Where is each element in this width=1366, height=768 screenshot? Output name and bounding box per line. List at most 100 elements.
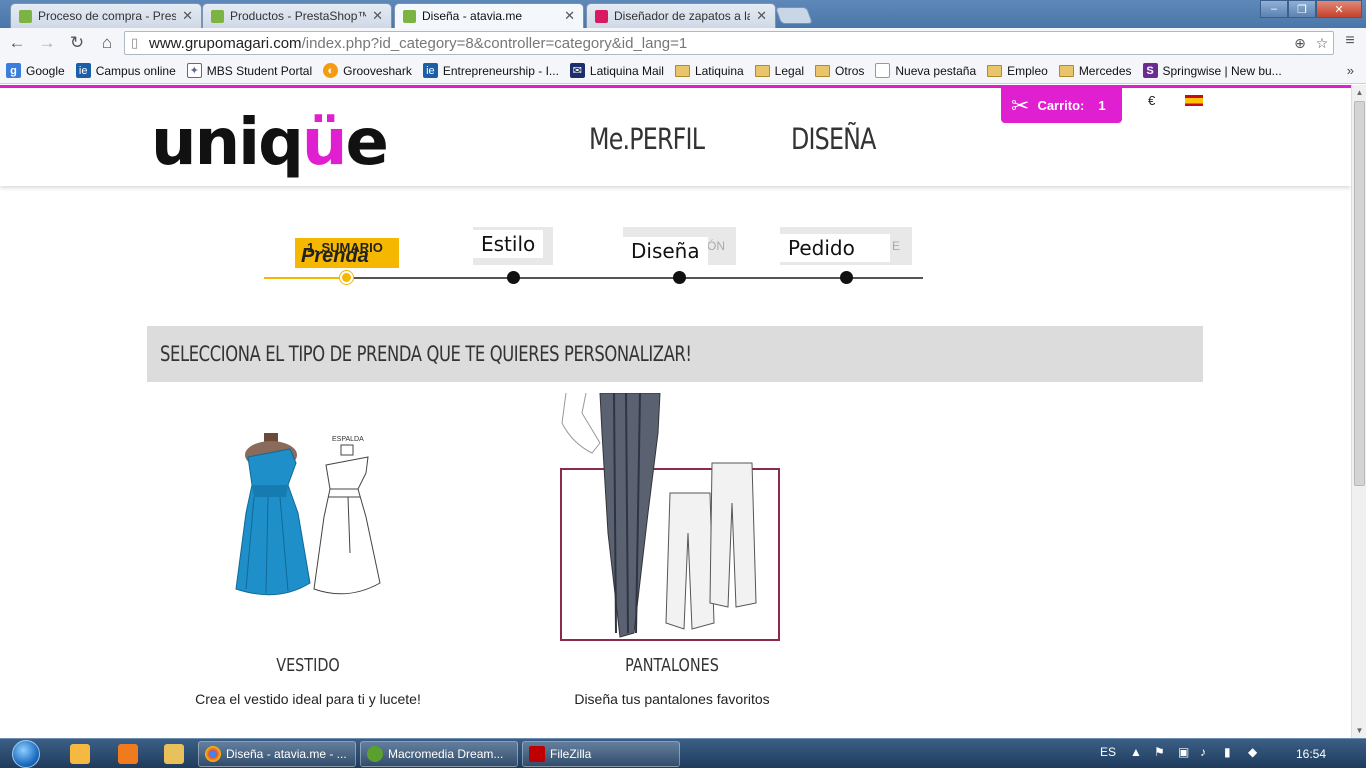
tab-proceso-de-compra[interactable]: Proceso de compra - Presta ✕ (10, 3, 202, 28)
address-host: www.grupomagari.com (149, 34, 302, 52)
home-icon[interactable]: ⌂ (94, 30, 120, 56)
bookmark-grooveshark[interactable]: ◐ Grooveshark (323, 63, 412, 78)
browser-tab-strip: Proceso de compra - Presta ✕ Productos -… (0, 0, 1366, 28)
bookmark-folder-otros[interactable]: Otros (815, 64, 864, 78)
step-estilo[interactable]: Estilo (473, 227, 553, 265)
tray-expand-icon[interactable]: ▲ (1130, 745, 1142, 759)
step-disena[interactable]: ÓN Diseña (623, 227, 736, 265)
spain-flag-icon[interactable] (1185, 95, 1203, 106)
bookmark-nueva-pestana[interactable]: Nueva pestaña (875, 63, 976, 78)
folder-pinned-icon[interactable] (164, 744, 184, 764)
bookmark-google[interactable]: g Google (6, 63, 65, 78)
product-description: Diseña tus pantalones favoritos (574, 691, 770, 707)
product-name[interactable]: VESTIDO (204, 655, 412, 676)
bookmark-folder-legal[interactable]: Legal (754, 63, 805, 78)
vestido-image[interactable]: ESPALDA (178, 393, 438, 643)
bookmark-campus-online[interactable]: ie Campus online (75, 63, 176, 78)
network-tray-icon[interactable]: ▣ (1178, 745, 1189, 759)
section-title: SELECCIONA EL TIPO DE PRENDA QUE TE QUIE… (160, 342, 692, 366)
bookmark-entrepreneurship[interactable]: ie Entrepreneurship - I... (422, 63, 559, 78)
address-path: /index.php?id_category=8&controller=cate… (301, 34, 688, 52)
close-icon[interactable]: ✕ (182, 8, 193, 24)
bookmark-folder-latiquina[interactable]: Latiquina (674, 64, 744, 78)
bookmark-folder-mercedes[interactable]: Mercedes (1058, 64, 1132, 78)
bookmark-folder-empleo[interactable]: Empleo (987, 64, 1048, 78)
prestashop-icon (19, 9, 32, 23)
tab-label: Productos - PrestaShop™ (230, 9, 367, 23)
language-indicator[interactable]: ES (1100, 745, 1116, 759)
maximize-icon[interactable]: ❐ (1288, 0, 1316, 18)
flag-tray-icon[interactable]: ⚑ (1154, 745, 1165, 759)
address-bar[interactable]: ▯ www.grupomagari.com/index.php?id_categ… (124, 31, 1334, 55)
window-close-icon[interactable]: ✕ (1316, 0, 1362, 18)
close-icon[interactable]: ✕ (372, 8, 383, 24)
tab-disenador-zapatos[interactable]: Diseñador de zapatos a la ✕ (586, 3, 776, 28)
more-bookmarks-icon[interactable]: » (1347, 63, 1354, 78)
page-viewport: uniqüe Me.PERFIL DISEÑA ✂ Carrito: 1 € 1… (0, 85, 1351, 738)
cart-button[interactable]: ✂ Carrito: 1 (1001, 88, 1122, 123)
explorer-pinned-icon[interactable] (70, 744, 90, 764)
dropbox-icon[interactable]: ◆ (1248, 745, 1257, 759)
bookmark-latiquina-mail[interactable]: ✉ Latiquina Mail (569, 63, 664, 78)
scrollbar-thumb[interactable] (1354, 101, 1365, 486)
bookmark-springwise[interactable]: S Springwise | New bu... (1142, 63, 1282, 78)
step-dot-disena[interactable] (673, 271, 686, 284)
step-dot-pedido[interactable] (840, 271, 853, 284)
pantalones-image[interactable] (542, 393, 802, 643)
volume-icon[interactable]: ♪ (1200, 745, 1206, 759)
forward-icon[interactable]: → (34, 30, 60, 56)
star-icon[interactable]: ☆ (1311, 35, 1333, 52)
mail-icon: ✉ (569, 63, 585, 78)
folder-icon (754, 64, 770, 77)
step-dot-estilo[interactable] (507, 271, 520, 284)
step-dot-prenda[interactable] (340, 271, 353, 284)
tab-disena-atavia[interactable]: Diseña - atavia.me ✕ (394, 3, 584, 28)
taskbar-filezilla[interactable]: FileZilla (522, 741, 680, 767)
designer-icon (595, 9, 608, 23)
browser-toolbar: ← → ↻ ⌂ ▯ www.grupomagari.com/index.php?… (0, 28, 1366, 58)
taskbar-chrome[interactable]: Diseña - atavia.me - ... (198, 741, 356, 767)
folder-icon (987, 64, 1003, 77)
taskbar-dreamweaver[interactable]: Macromedia Dream... (360, 741, 518, 767)
zoom-icon[interactable]: ⊕ (1289, 35, 1311, 52)
bookmark-label: Springwise | New bu... (1162, 63, 1282, 78)
page-scrollbar[interactable]: ▲ ▼ (1351, 85, 1366, 738)
menu-icon[interactable]: ≡ (1340, 32, 1360, 54)
signal-icon[interactable]: ▮ (1224, 745, 1231, 759)
tab-label: Proceso de compra - Presta (38, 9, 177, 23)
media-player-pinned-icon[interactable] (118, 744, 138, 764)
nav-me-perfil[interactable]: Me.PERFIL (589, 122, 705, 156)
close-icon[interactable]: ✕ (564, 8, 575, 24)
product-name[interactable]: PANTALONES (568, 655, 776, 676)
new-tab-button[interactable] (774, 7, 814, 24)
bookmark-mbs-student-portal[interactable]: ✦ MBS Student Portal (186, 63, 312, 78)
taskbar-task-label: Macromedia Dream... (388, 747, 504, 761)
scissors-icon: ✂ (1011, 92, 1030, 118)
start-button[interactable] (6, 739, 46, 768)
close-icon[interactable]: ✕ (756, 8, 767, 24)
prestashop-icon (403, 9, 416, 23)
scroll-up-icon[interactable]: ▲ (1352, 85, 1366, 100)
bookmark-label: Grooveshark (343, 63, 412, 78)
scroll-down-icon[interactable]: ▼ (1352, 723, 1366, 738)
taskbar-task-label: FileZilla (550, 747, 592, 761)
step-disena-label: Diseña (623, 237, 708, 265)
reload-icon[interactable]: ↻ (64, 30, 90, 56)
google-icon: g (6, 63, 21, 78)
prestashop-icon (211, 9, 224, 23)
currency-selector[interactable]: € (1148, 93, 1155, 108)
tab-productos[interactable]: Productos - PrestaShop™ ✕ (202, 3, 392, 28)
address-url[interactable]: www.grupomagari.com/index.php?id_categor… (149, 35, 1289, 52)
windows-logo-icon (12, 740, 40, 768)
step-pedido[interactable]: E Pedido (780, 227, 912, 265)
mbs-icon: ✦ (186, 63, 202, 78)
step-prenda[interactable]: 1. SUMARIO Prenda (295, 238, 399, 268)
minimize-icon[interactable]: – (1260, 0, 1288, 18)
back-icon[interactable]: ← (4, 30, 30, 56)
bookmark-label: Legal (774, 63, 805, 78)
windows-taskbar: Diseña - atavia.me - ... Macromedia Drea… (0, 738, 1366, 768)
nav-disena[interactable]: DISEÑA (791, 122, 876, 156)
clock[interactable]: 16:54 (1296, 747, 1326, 761)
tab-label: Diseñador de zapatos a la (614, 9, 751, 23)
site-logo[interactable]: uniqüe (151, 108, 389, 178)
